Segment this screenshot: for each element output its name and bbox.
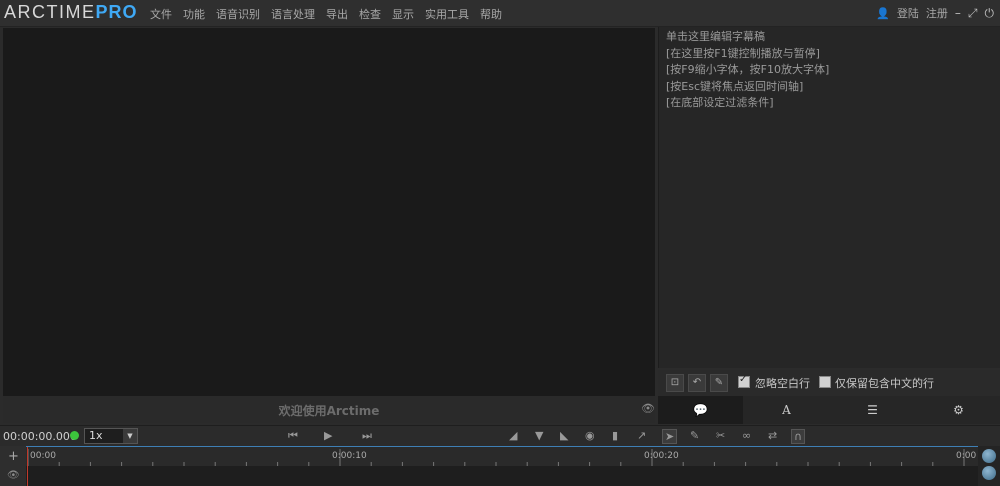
user-icon: 👤 [876, 6, 890, 20]
swap-icon[interactable]: ⇄ [768, 429, 777, 442]
video-status-bar: 欢迎使用Arctime 👁 [3, 396, 655, 423]
scissors-icon[interactable]: ✂ [716, 429, 725, 442]
zoom-controls [978, 446, 1000, 486]
zoom-knob[interactable] [982, 449, 996, 463]
chat-icon: 💬 [693, 403, 708, 417]
import-icon[interactable]: ⊡ [666, 374, 684, 392]
logo-pro: PRO [95, 2, 138, 22]
eye-icon[interactable]: 👁 [641, 402, 655, 415]
tab-settings[interactable]: ⚙ [916, 396, 1000, 424]
tab-list[interactable]: ☰ [830, 396, 915, 424]
add-track-icon[interactable]: + [8, 449, 19, 464]
register-link[interactable]: 注册 [926, 5, 948, 21]
undo-icon[interactable]: ↶ [688, 374, 706, 392]
list-icon: ☰ [867, 403, 878, 417]
eye-icon[interactable]: 👁 [7, 470, 20, 481]
menu-help[interactable]: 帮助 [480, 6, 502, 22]
expand-icon[interactable]: ↗ [637, 429, 646, 442]
panel-tabs: 💬 A ☰ ⚙ [658, 396, 1000, 424]
edit-icon[interactable]: ✎ [690, 429, 699, 442]
power-icon[interactable]: ⏻ [985, 6, 995, 21]
speed-select[interactable]: 1x ▼ [84, 428, 138, 444]
mark-start-icon[interactable]: ◢ [509, 429, 517, 442]
main-menu: 文件 功能 语音识别 语言处理 导出 检查 显示 实用工具 帮助 [150, 6, 502, 22]
chevron-down-icon[interactable]: ▼ [123, 429, 137, 443]
tab-style[interactable]: A [744, 396, 829, 424]
link-icon[interactable]: ∞ [742, 429, 751, 442]
camera-icon[interactable]: ◉ [585, 429, 595, 442]
pencil-icon[interactable]: ✎ [710, 374, 728, 392]
subtitle-line: [按Esc键将焦点返回时间轴] [666, 79, 804, 93]
keep-chinese-label: 仅保留包含中文的行 [835, 377, 934, 390]
zoom-knob[interactable] [982, 466, 996, 480]
app-logo: ARCTIMEPRO [4, 2, 138, 23]
menu-check[interactable]: 检查 [359, 6, 381, 22]
menu-file[interactable]: 文件 [150, 6, 172, 22]
timecode: 00:00:00.000 [3, 430, 77, 443]
maximize-icon[interactable]: ⤢ [968, 6, 978, 21]
gear-icon: ⚙ [953, 403, 964, 417]
time-label: 0:00:10 [332, 451, 367, 461]
keep-chinese-checkbox[interactable] [819, 376, 831, 388]
subtitle-editor[interactable]: 单击这里编辑字幕稿 [在这里按F1键控制播放与暂停] [按F9缩小字体，按F10… [658, 27, 1000, 368]
subtitle-toolbar: ⊡ ↶ ✎ 忽略空白行 仅保留包含中文的行 [658, 370, 1000, 396]
mark-down-icon[interactable]: ▼ [535, 429, 543, 442]
menubar: ARCTIMEPRO 文件 功能 语音识别 语言处理 导出 检查 显示 实用工具… [0, 0, 1000, 27]
video-preview[interactable] [3, 28, 655, 396]
subtitle-line: 单击这里编辑字幕稿 [666, 30, 765, 43]
time-label: 00:00 [30, 451, 56, 461]
status-dot [70, 431, 79, 440]
menu-speech-recognition[interactable]: 语音识别 [216, 6, 260, 22]
minimize-icon[interactable]: – [955, 6, 961, 20]
subtitle-track[interactable] [26, 466, 978, 486]
ignore-blank-label: 忽略空白行 [755, 377, 810, 390]
magnet-icon[interactable]: ∩ [791, 429, 806, 444]
font-icon: A [782, 403, 791, 417]
menu-function[interactable]: 功能 [183, 6, 205, 22]
menu-export[interactable]: 导出 [326, 6, 348, 22]
ignore-blank-checkbox[interactable] [738, 374, 750, 388]
mark-end-icon[interactable]: ◣ [560, 429, 568, 442]
subtitle-line: [在底部设定过滤条件] [666, 96, 774, 109]
speed-value: 1x [89, 429, 103, 442]
ruler-ticks [27, 449, 965, 466]
play-icon[interactable]: ▶ [324, 429, 332, 442]
logo-main: ARCTIME [4, 2, 96, 22]
playhead[interactable] [27, 447, 28, 486]
skip-forward-icon[interactable]: ⏭ [362, 429, 372, 443]
window-controls: 👤 登陆 注册 – ⤢ ⏻ [876, 5, 994, 21]
menu-tools[interactable]: 实用工具 [425, 6, 469, 22]
menu-display[interactable]: 显示 [392, 6, 414, 22]
time-label: 0:00 [956, 451, 977, 461]
subtitle-line: [在这里按F1键控制播放与暂停] [666, 46, 820, 60]
skip-back-icon[interactable]: ⏮ [288, 429, 298, 443]
bookmark-icon[interactable]: ▮ [612, 429, 618, 442]
time-label: 0:00:20 [644, 451, 679, 461]
time-ruler[interactable]: 00:00 0:00:10 0:00:20 0:00 [26, 446, 978, 467]
welcome-text: 欢迎使用Arctime [278, 404, 380, 418]
subtitle-lines: 单击这里编辑字幕稿 [在这里按F1键控制播放与暂停] [按F9缩小字体，按F10… [666, 29, 829, 112]
tab-subtitles[interactable]: 💬 [658, 396, 743, 424]
transport-bar: 00:00:00.000 1x ▼ ⏮ ▶ ⏭ ◢ ▼ ◣ ◉ ▮ ↗ ➤ ✎ … [0, 425, 1000, 446]
menu-language-processing[interactable]: 语言处理 [271, 6, 315, 22]
subtitle-line: [按F9缩小字体，按F10放大字体] [666, 63, 830, 76]
timeline[interactable]: + 👁 00:00 0:00:10 0:00:20 0:00 [0, 446, 1000, 486]
login-link[interactable]: 登陆 [897, 5, 919, 21]
pointer-icon[interactable]: ➤ [662, 429, 678, 444]
timeline-side: + 👁 [0, 446, 27, 486]
